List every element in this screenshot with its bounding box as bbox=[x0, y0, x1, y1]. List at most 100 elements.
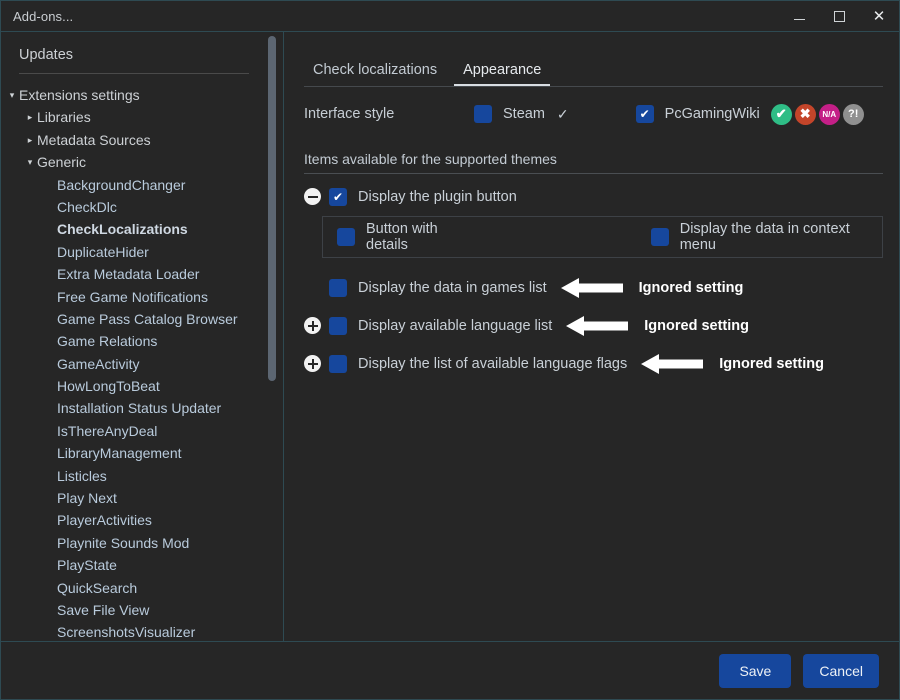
sidebar-item-howlongtobeat[interactable]: HowLongToBeat bbox=[1, 375, 283, 397]
sidebar-item-label: QuickSearch bbox=[57, 579, 138, 596]
sidebar-item-label: Playnite Sounds Mod bbox=[57, 534, 190, 551]
cancel-button[interactable]: Cancel bbox=[803, 653, 879, 688]
sidebar-item-label: Free Game Notifications bbox=[57, 288, 208, 305]
sidebar: Updates ▾ Extensions settings ▸ Libraries ▸ M… bbox=[1, 32, 284, 641]
minimize-button[interactable] bbox=[779, 1, 819, 31]
tab-bar: Check localizations Appearance bbox=[304, 56, 883, 86]
check-circle-icon: ✔ bbox=[770, 103, 792, 125]
annotation-group-2: Ignored setting bbox=[566, 315, 749, 337]
sidebar-item-extra-metadata-loader[interactable]: Extra Metadata Loader bbox=[1, 263, 283, 285]
sidebar-tree: ▾ Extensions settings ▸ Libraries ▸ Metadata … bbox=[1, 84, 283, 641]
sidebar-item-backgroundchanger[interactable]: BackgroundChanger bbox=[1, 174, 283, 196]
plugin-sub-options-box: Button with details Display the data in … bbox=[322, 216, 883, 258]
sidebar-item-playstate[interactable]: PlayState bbox=[1, 554, 283, 576]
sidebar-item-label: GameActivity bbox=[57, 355, 140, 372]
display-language-flags-label: Display the list of available language f… bbox=[358, 355, 628, 372]
sidebar-item-librarymanagement[interactable]: LibraryManagement bbox=[1, 442, 283, 464]
sidebar-item-duplicatehider[interactable]: DuplicateHider bbox=[1, 241, 283, 263]
ignored-setting-annotation: Ignored setting bbox=[638, 279, 744, 296]
button-with-details-checkbox[interactable] bbox=[337, 228, 355, 246]
context-menu-option: Display the data in context menu bbox=[650, 221, 882, 253]
chevron-right-icon[interactable]: ▸ bbox=[23, 106, 37, 128]
sidebar-item-generic[interactable]: ▾ Generic bbox=[1, 151, 283, 173]
sidebar-item-play-next[interactable]: Play Next bbox=[1, 487, 283, 509]
sidebar-scrollbar-thumb[interactable] bbox=[268, 36, 276, 381]
window-title: Add-ons... bbox=[13, 8, 74, 24]
display-language-flags-checkbox[interactable] bbox=[329, 354, 347, 373]
pcgamingwiki-label: PcGamingWiki bbox=[664, 106, 760, 122]
sidebar-item-label: PlayerActivities bbox=[57, 512, 152, 529]
expand-plus-icon-2[interactable] bbox=[304, 355, 321, 372]
chevron-down-icon[interactable]: ▾ bbox=[5, 84, 19, 106]
display-plugin-button-checkbox[interactable] bbox=[329, 187, 347, 206]
sidebar-item-free-game-notifications[interactable]: Free Game Notifications bbox=[1, 286, 283, 308]
sidebar-item-save-file-view[interactable]: Save File View bbox=[1, 599, 283, 621]
na-circle-icon: N/A bbox=[818, 103, 840, 125]
sidebar-item-isthereanydeal[interactable]: IsThereAnyDeal bbox=[1, 420, 283, 442]
expand-plus-icon-1[interactable] bbox=[304, 317, 321, 334]
sidebar-item-gameactivity[interactable]: GameActivity bbox=[1, 353, 283, 375]
sidebar-item-updates[interactable]: Updates bbox=[1, 42, 283, 71]
display-plugin-button-label: Display the plugin button bbox=[358, 188, 517, 205]
tab-check-localizations[interactable]: Check localizations bbox=[304, 62, 446, 86]
chevron-down-icon[interactable]: ▾ bbox=[23, 151, 37, 173]
sidebar-item-label: IsThereAnyDeal bbox=[57, 422, 158, 439]
sidebar-item-label: Generic bbox=[37, 154, 87, 171]
window-controls: ✕ bbox=[779, 1, 899, 31]
sidebar-item-label: Listicles bbox=[57, 467, 107, 484]
minimize-icon bbox=[793, 19, 805, 20]
collapse-minus-icon[interactable] bbox=[304, 188, 321, 205]
left-arrow-icon bbox=[641, 353, 704, 375]
steam-checkbox[interactable] bbox=[474, 105, 492, 123]
sidebar-item-playeractivities[interactable]: PlayerActivities bbox=[1, 509, 283, 531]
left-arrow-icon bbox=[560, 277, 623, 299]
ignored-setting-annotation: Ignored setting bbox=[644, 317, 749, 334]
language-list-row: Display available language list Ignored … bbox=[304, 312, 883, 339]
main-panel: Check localizations Appearance Interface… bbox=[284, 32, 899, 641]
sidebar-item-label: HowLongToBeat bbox=[57, 378, 160, 395]
tab-appearance[interactable]: Appearance bbox=[454, 62, 551, 86]
save-button[interactable]: Save bbox=[719, 653, 792, 688]
sidebar-item-label: PlayState bbox=[57, 557, 117, 574]
sidebar-item-installation-status-updater[interactable]: Installation Status Updater bbox=[1, 397, 283, 419]
sidebar-item-checklocalizations[interactable]: CheckLocalizations bbox=[1, 218, 283, 240]
status-icon-group: ✔ ✖ N/A ?! bbox=[770, 103, 864, 125]
context-menu-checkbox[interactable] bbox=[650, 228, 669, 246]
ignored-setting-annotation: Ignored setting bbox=[719, 355, 824, 372]
sidebar-item-extensions-settings[interactable]: ▾ Extensions settings bbox=[1, 84, 283, 106]
annotation-group-1: Ignored setting bbox=[560, 277, 744, 299]
button-with-details-option: Button with details bbox=[337, 221, 479, 253]
left-arrow-icon bbox=[566, 315, 629, 337]
sidebar-item-label: Save File View bbox=[57, 601, 150, 618]
interface-style-label: Interface style bbox=[304, 106, 395, 122]
sidebar-item-listicles[interactable]: Listicles bbox=[1, 465, 283, 487]
steam-check-icon: ✓ bbox=[556, 105, 569, 122]
sidebar-item-label: Metadata Sources bbox=[37, 131, 151, 148]
sidebar-item-playnite-sounds-mod[interactable]: Playnite Sounds Mod bbox=[1, 532, 283, 554]
sidebar-item-label: CheckLocalizations bbox=[57, 221, 188, 238]
sidebar-item-game-relations[interactable]: Game Relations bbox=[1, 330, 283, 352]
sidebar-item-libraries[interactable]: ▸ Libraries bbox=[1, 106, 283, 128]
tab-bar-underline bbox=[304, 86, 883, 87]
plugin-button-row: Display the plugin button bbox=[304, 183, 883, 210]
section-divider bbox=[304, 173, 883, 174]
window-titlebar: Add-ons... ✕ bbox=[1, 1, 899, 32]
sidebar-item-screenshotsvisualizer[interactable]: ScreenshotsVisualizer bbox=[1, 621, 283, 641]
display-data-games-list-checkbox[interactable] bbox=[329, 278, 347, 297]
sidebar-item-metadata-sources[interactable]: ▸ Metadata Sources bbox=[1, 129, 283, 151]
close-icon: ✕ bbox=[872, 7, 886, 25]
maximize-button[interactable] bbox=[819, 1, 859, 31]
sidebar-item-label: LibraryManagement bbox=[57, 445, 182, 462]
sidebar-item-game-pass-catalog-browser[interactable]: Game Pass Catalog Browser bbox=[1, 308, 283, 330]
close-button[interactable]: ✕ bbox=[859, 1, 899, 31]
pcgamingwiki-checkbox[interactable] bbox=[635, 105, 654, 123]
sidebar-item-label: Game Pass Catalog Browser bbox=[57, 310, 238, 327]
chevron-right-icon[interactable]: ▸ bbox=[23, 129, 37, 151]
sidebar-item-quicksearch[interactable]: QuickSearch bbox=[1, 577, 283, 599]
sidebar-scrollbar[interactable] bbox=[268, 36, 276, 381]
button-with-details-label: Button with details bbox=[366, 221, 438, 253]
sidebar-item-checkdlc[interactable]: CheckDlc bbox=[1, 196, 283, 218]
sidebar-item-label: Play Next bbox=[57, 490, 117, 507]
display-language-list-checkbox[interactable] bbox=[329, 316, 347, 335]
addons-window: Add-ons... ✕ Updates ▾ Extensions setting… bbox=[0, 0, 900, 700]
